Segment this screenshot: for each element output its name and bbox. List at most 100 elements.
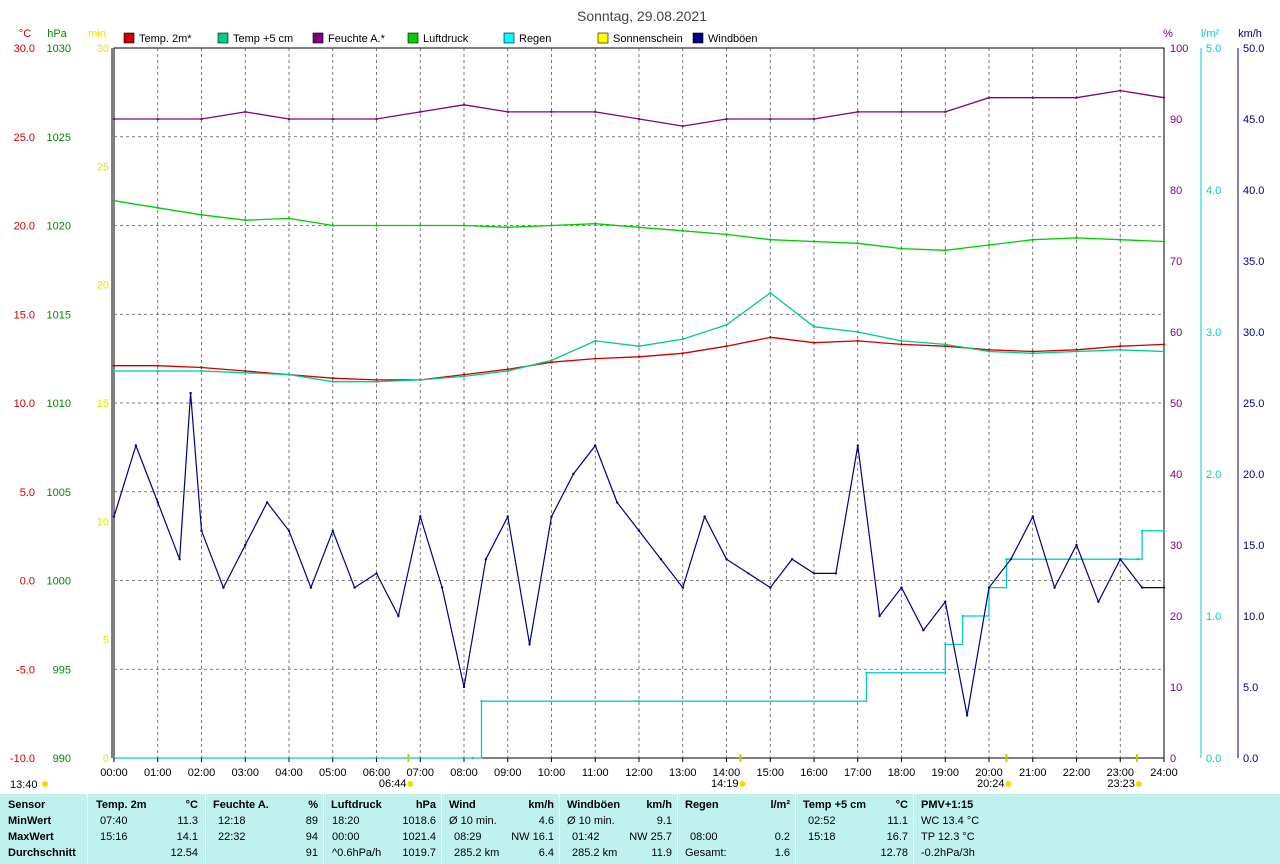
- temp5-min-time: 02:52: [808, 815, 836, 827]
- stats-header-gusts: Windböen: [567, 799, 621, 811]
- data-point-feuchte-a: [200, 117, 203, 121]
- data-point-regen: [471, 756, 474, 760]
- data-point-windb-en: [834, 572, 838, 575]
- data-point-feuchte-a: [419, 110, 422, 114]
- stats-header-rain: Regen: [685, 799, 719, 811]
- stats-unit-wind: km/h: [528, 799, 554, 811]
- rain-axis-tick-label: 2.0: [1206, 469, 1221, 481]
- x-tick-label: 04:00: [275, 767, 303, 779]
- wind-axis-tick-label: 45.0: [1243, 114, 1264, 126]
- wind-axis-tick-label: 35.0: [1243, 256, 1264, 268]
- data-point-windb-en: [1053, 586, 1056, 589]
- pressure-axis-tick-label: 1010: [47, 398, 71, 410]
- stats-unit-gusts: km/h: [646, 799, 672, 811]
- data-point-temp-5-cm: [987, 350, 991, 353]
- data-point-windb-en: [790, 558, 794, 561]
- data-point-windb-en: [1162, 586, 1166, 589]
- sun-axis-tick-label: 30: [97, 43, 109, 55]
- data-point-luftdruck: [1075, 236, 1078, 240]
- data-point-windb-en: [900, 586, 903, 589]
- sun-event-label: 06:44: [379, 778, 407, 790]
- data-point-windb-en: [965, 714, 969, 717]
- wind-axis-tick-label: 5.0: [1243, 682, 1258, 694]
- rain-axis-tick-label: 4.0: [1206, 185, 1221, 197]
- data-point-temp-5-cm: [594, 339, 597, 343]
- x-tick-label: 07:00: [406, 767, 434, 779]
- data-point-feuchte-a: [112, 117, 116, 121]
- pressure-min-time: 18:20: [332, 815, 360, 827]
- data-point-windb-en: [594, 444, 597, 447]
- data-point-feuchte-a: [769, 117, 772, 121]
- temp2m-max: 14.1: [176, 831, 198, 843]
- data-point-temp-2m: [681, 352, 684, 355]
- data-point-temp-2m: [856, 339, 859, 343]
- rain-axis-tick-label: 3.0: [1206, 327, 1221, 339]
- data-point-windb-en: [1119, 558, 1122, 561]
- data-point-temp-5-cm: [1075, 350, 1078, 353]
- data-point-luftdruck: [637, 226, 641, 229]
- data-point-windb-en: [1031, 515, 1035, 518]
- stats-label-avg: Durchschnitt: [8, 847, 76, 859]
- humidity-axis-tick-label: 100: [1170, 43, 1188, 55]
- stats-unit-temp2m: °C: [185, 799, 198, 811]
- rain-max: 0.2: [774, 831, 790, 843]
- x-tick-label: 19:00: [931, 767, 959, 779]
- stats-header-wind: Wind: [449, 799, 476, 811]
- stats-col-gusts: Windböen km/h Ø 10 min. 9.1 01:42 NW 25.7 2…: [559, 794, 678, 864]
- data-point-temp-5-cm: [375, 380, 378, 383]
- legend-label: Temp +5 cm: [233, 33, 293, 45]
- data-point-luftdruck: [506, 226, 509, 229]
- data-point-windb-en: [353, 586, 356, 589]
- data-point-temp-2m: [200, 366, 203, 369]
- data-point-temp-2m: [1119, 345, 1122, 348]
- data-point-temp-5-cm: [112, 369, 116, 373]
- data-point-windb-en: [440, 586, 444, 589]
- pressure-axis-tick-label: 995: [53, 664, 71, 676]
- data-point-windb-en: [528, 643, 531, 646]
- data-point-windb-en: [615, 501, 619, 504]
- data-point-temp-2m: [637, 355, 641, 358]
- data-point-luftdruck: [1162, 240, 1166, 243]
- data-point-feuchte-a: [1119, 89, 1122, 92]
- data-point-windb-en: [112, 515, 116, 518]
- data-point-feuchte-a: [375, 117, 378, 121]
- sun-icon: [1005, 781, 1012, 787]
- sun-event-label: 20:24: [977, 778, 1005, 790]
- data-point-temp-5-cm: [331, 380, 334, 383]
- pressure-axis-tick-label: 1005: [47, 487, 71, 499]
- humidity-max-time: 22:32: [218, 831, 246, 843]
- temp-axis-unit: °C: [19, 28, 31, 40]
- legend-swatch: [217, 32, 229, 44]
- rain-axis-tick-label: 1.0: [1206, 611, 1221, 623]
- legend-swatch: [503, 32, 515, 44]
- chart-legend: Temp. 2m* Temp +5 cm Feuchte A.* Luftdruck R…: [123, 32, 758, 45]
- data-point-feuchte-a: [944, 110, 947, 114]
- stats-col-humidity: Feuchte A.% 12:18 89 22:32 94 91: [205, 794, 324, 864]
- sun-axis-tick-label: 25: [97, 161, 109, 173]
- data-point-regen: [961, 614, 964, 618]
- wind-axis-tick-label: 40.0: [1243, 185, 1264, 197]
- statistics-table: Sensor MinWert MaxWert Durchschnitt Temp…: [0, 794, 1280, 864]
- data-point-luftdruck: [594, 222, 597, 225]
- data-point-feuchte-a: [987, 96, 991, 99]
- data-point-luftdruck: [462, 224, 466, 227]
- data-point-windb-en: [484, 558, 488, 561]
- wind-avg: 6.4: [538, 847, 554, 859]
- wind-max-time: 08:29: [454, 831, 482, 843]
- pressure-max-time: 00:00: [332, 831, 360, 843]
- pressure-avg: 1019.7: [402, 847, 436, 859]
- gusts-max-time: 01:42: [572, 831, 600, 843]
- data-point-feuchte-a: [1031, 96, 1035, 99]
- data-point-luftdruck: [812, 240, 816, 243]
- x-tick-label: 24:00: [1150, 767, 1178, 779]
- wind-axis-tick-label: 20.0: [1243, 469, 1264, 481]
- x-tick-label: 03:00: [231, 767, 259, 779]
- stats-col-pressure: Luftdruck hPa 18:20 1018.6 00:00 1021.4 ^0.…: [323, 794, 442, 864]
- x-tick-label: 18:00: [888, 767, 916, 779]
- pressure-axis-tick-label: 1030: [47, 43, 71, 55]
- data-point-luftdruck: [1031, 238, 1035, 241]
- x-tick-label: 15:00: [756, 767, 784, 779]
- data-point-windb-en: [878, 614, 881, 618]
- stats-col-sensor: Sensor MinWert MaxWert Durchschnitt: [0, 794, 87, 864]
- pressure-max: 1021.4: [402, 831, 436, 843]
